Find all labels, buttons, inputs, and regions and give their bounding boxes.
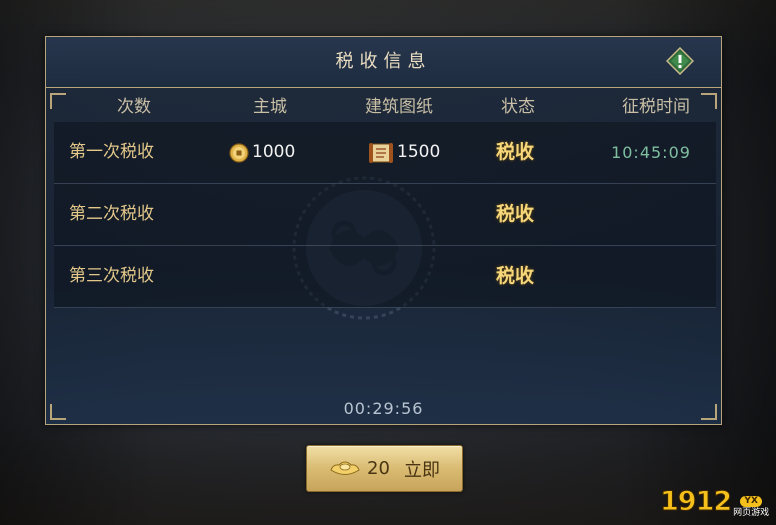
logo-badge: YX <box>740 496 762 507</box>
row-name: 第二次税收 <box>69 204 154 224</box>
instant-label: 立即 <box>403 459 440 481</box>
alert-icon[interactable] <box>666 47 694 75</box>
logo-number: 1912 <box>659 486 732 518</box>
city-amount: 1000 <box>252 142 296 162</box>
site-watermark-logo: 1912 YX 网页游戏 <box>659 485 769 519</box>
countdown-timer: 00:29:56 <box>343 399 424 418</box>
collect-tax-button[interactable]: 税收 <box>496 246 556 307</box>
table-row: 第三次税收 税收 <box>54 246 716 308</box>
scroll-blueprint-icon <box>369 142 393 163</box>
title-bar: 税收信息 <box>46 37 721 88</box>
logo-subtitle: 网页游戏 <box>733 508 770 518</box>
row-name: 第一次税收 <box>69 142 154 162</box>
table-row: 第二次税收 税收 <box>54 184 716 246</box>
drawing-tax-cell: 1500 <box>368 122 440 183</box>
collect-tax-button[interactable]: 税收 <box>496 184 556 245</box>
logo-side: YX 网页游戏 <box>733 496 769 519</box>
collect-tax-button[interactable]: 税收 <box>496 122 556 183</box>
instant-collect-button[interactable]: 20 立即 <box>306 445 463 492</box>
gold-ingot-icon <box>330 461 360 475</box>
header-count: 次数 <box>117 97 151 117</box>
price-value: 20 <box>367 458 390 479</box>
city-tax-cell: 1000 <box>229 122 295 183</box>
dialog-title: 税收信息 <box>335 51 432 72</box>
row-name: 第三次税收 <box>69 266 154 286</box>
copper-coin-icon <box>229 142 249 163</box>
header-status: 状态 <box>501 97 535 117</box>
drawing-amount: 1500 <box>397 142 441 162</box>
tax-time: 10:45:09 <box>611 143 691 162</box>
tax-info-dialog: 税收信息 次数 主城 建筑图纸 状态 征税时间 第一次税收 1000 1500 … <box>45 36 722 425</box>
header-time: 征税时间 <box>622 97 690 117</box>
table-row: 第一次税收 1000 1500 税收 10:45:09 <box>54 122 716 184</box>
header-drawing: 建筑图纸 <box>365 97 433 117</box>
table-header: 次数 主城 建筑图纸 状态 征税时间 <box>46 92 721 122</box>
header-city: 主城 <box>253 97 287 117</box>
